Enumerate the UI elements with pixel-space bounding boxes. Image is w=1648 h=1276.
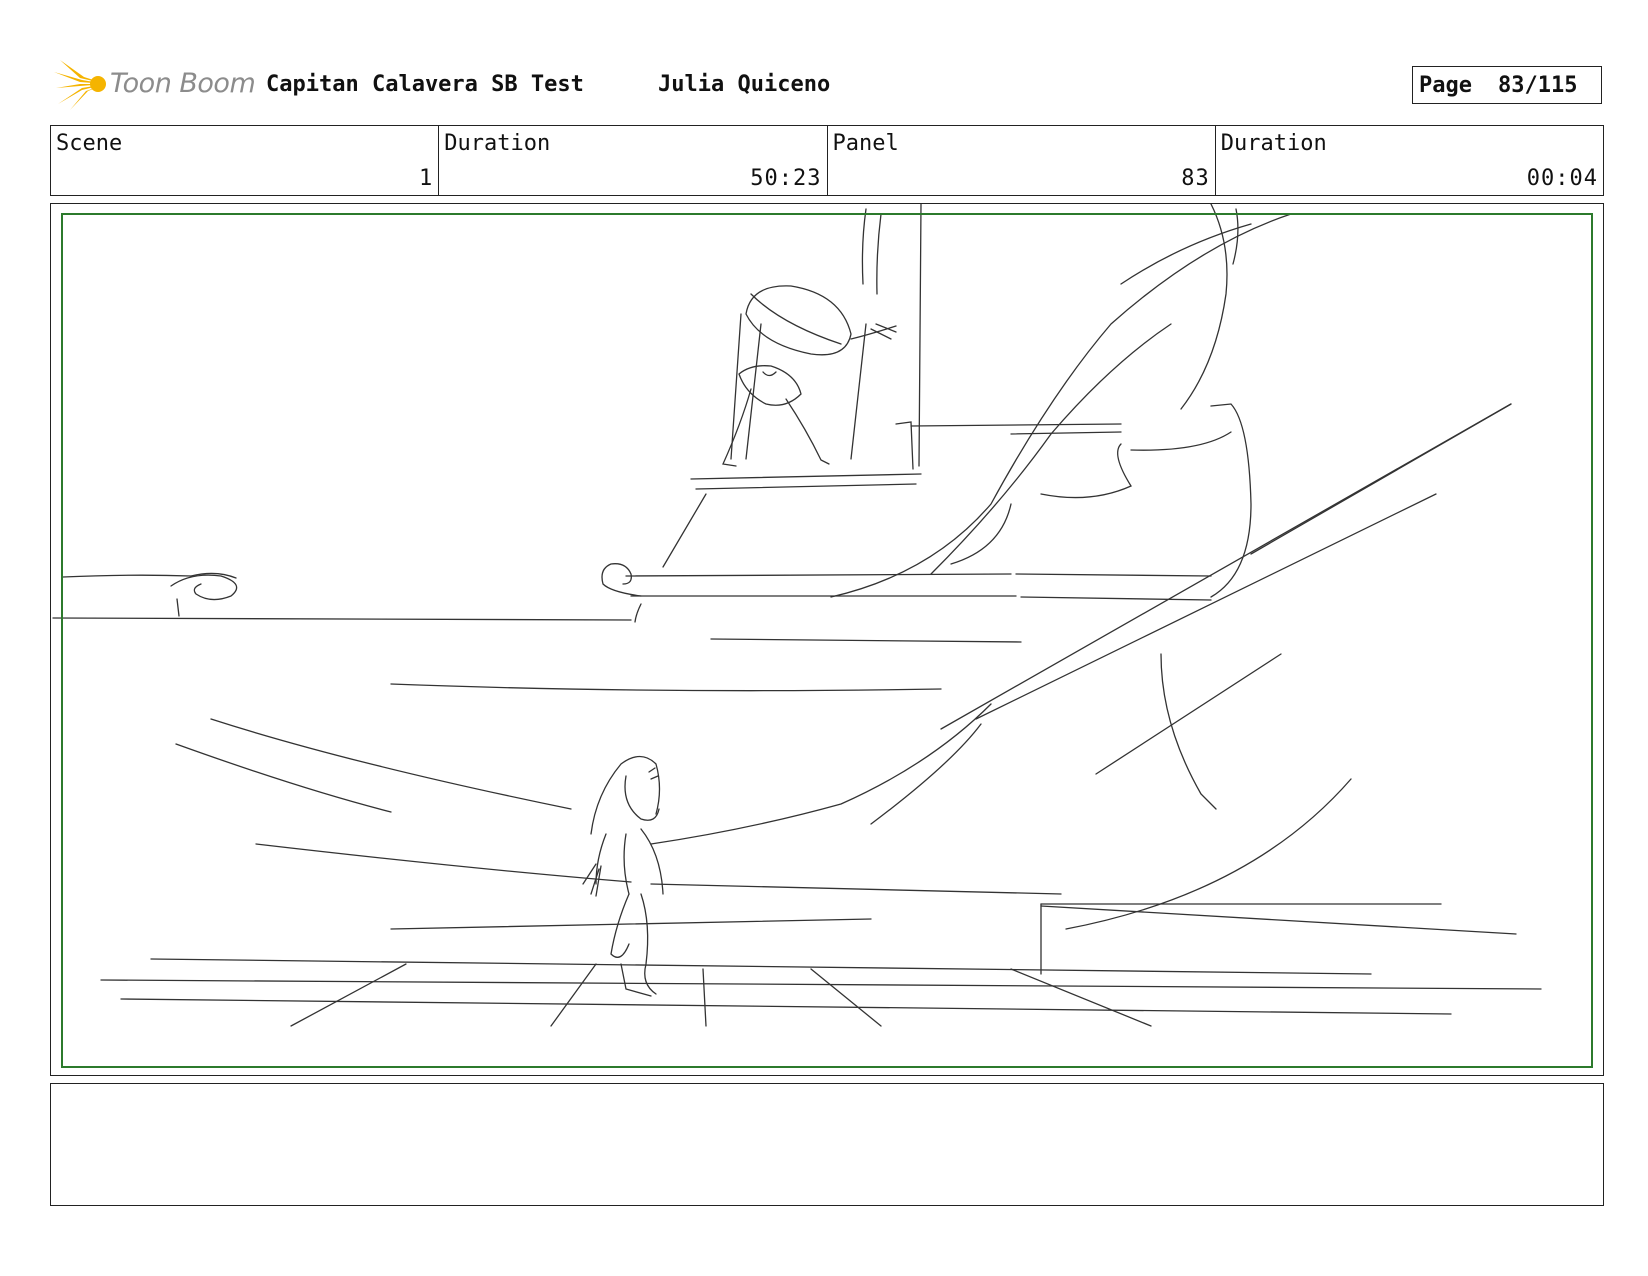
author-name: Julia Quiceno [658, 72, 831, 97]
logo-text: Toon Boom [110, 68, 256, 99]
scene-duration-cell: Duration 50:23 [439, 126, 828, 195]
panel-label: Panel [832, 131, 899, 156]
scene-duration-value: 50:23 [750, 166, 822, 191]
scene-value: 1 [419, 166, 434, 191]
page-label: Page [1419, 72, 1472, 98]
toon-boom-logo: Toon Boom [54, 58, 256, 110]
panel-caption-box [50, 1083, 1604, 1206]
panel-duration-label: Duration [1220, 131, 1327, 156]
page-value: 83/115 [1497, 72, 1578, 98]
panel-duration-cell: Duration 00:04 [1216, 126, 1603, 195]
scene-duration-label: Duration [444, 131, 551, 156]
camera-safe-frame [61, 213, 1593, 1068]
scene-cell: Scene 1 [51, 126, 440, 195]
project-title: Capitan Calavera SB Test [266, 72, 584, 97]
page-indicator: Page 83/115 [1412, 66, 1602, 104]
panel-cell: Panel 83 [828, 126, 1216, 195]
scene-label: Scene [56, 131, 123, 156]
toon-boom-burst-icon [54, 60, 106, 110]
panel-duration-value: 00:04 [1526, 166, 1598, 191]
panel-value: 83 [1181, 166, 1210, 191]
scene-info-table: Scene 1 Duration 50:23 Panel 83 Duration… [50, 125, 1604, 196]
storyboard-panel [50, 203, 1604, 1076]
page-header: Toon Boom Capitan Calavera SB Test Julia… [50, 56, 1605, 112]
